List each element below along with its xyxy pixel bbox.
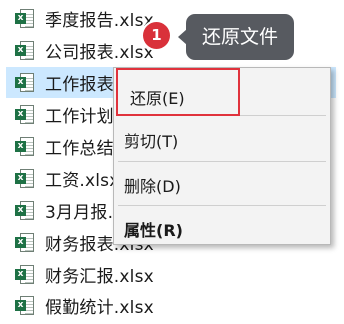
excel-file-icon: x (15, 8, 35, 30)
file-name: 季度报告.xlsx (45, 11, 154, 31)
file-row-8[interactable]: x 财务汇报.xlsx (6, 259, 336, 290)
file-name: 财务汇报.xlsx (45, 267, 154, 287)
excel-file-icon: x (15, 200, 35, 222)
menu-separator (118, 205, 326, 206)
excel-file-icon: x (15, 295, 35, 317)
excel-file-icon: x (15, 72, 35, 94)
restore-file-tooltip: 还原文件 (178, 14, 294, 60)
menu-item-delete[interactable]: 删除(D) (124, 173, 181, 197)
excel-file-icon: x (15, 232, 35, 254)
excel-file-icon: x (15, 136, 35, 158)
file-name: 假勤统计.xlsx (45, 298, 154, 318)
menu-item-cut[interactable]: 剪切(T) (124, 128, 178, 152)
file-name: 公司报表.xlsx (45, 43, 154, 63)
excel-file-icon: x (15, 168, 35, 190)
excel-file-icon: x (15, 104, 35, 126)
file-row-9[interactable]: x 假勤统计.xlsx (6, 290, 336, 321)
step-number-badge: 1 (143, 22, 170, 49)
excel-file-icon: x (15, 40, 35, 62)
file-name: 工资.xlsx (45, 171, 120, 191)
menu-item-properties[interactable]: 属性(R) (124, 217, 183, 241)
restore-highlight-box (116, 68, 240, 116)
menu-separator (118, 161, 326, 162)
excel-file-icon: x (15, 264, 35, 286)
